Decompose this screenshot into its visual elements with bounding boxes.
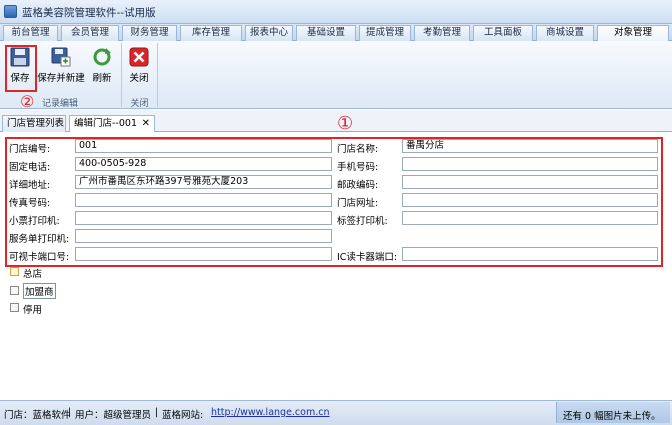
label-printer-field[interactable] <box>402 211 658 225</box>
tab-attendance[interactable]: 考勤管理 <box>414 25 470 41</box>
tab-commission[interactable]: 提成管理 <box>359 25 411 41</box>
headquarters-label: 总店 <box>23 269 43 280</box>
disabled-checkbox[interactable]: 停用 <box>10 302 70 316</box>
refresh-label: 刷新 <box>92 73 112 84</box>
document-tabs: 门店管理列表 编辑门店--001 ✕ ① <box>0 110 672 134</box>
label-landline: 固定电话: <box>9 162 51 173</box>
status-site-label: 蓝格网站: <box>162 410 204 421</box>
tab-edit-store-label: 编辑门店--001 <box>74 118 137 129</box>
label-store-name: 门店名称: <box>337 144 379 155</box>
card-port-field[interactable] <box>75 247 332 261</box>
tab-edit-store[interactable]: 编辑门店--001 ✕ <box>69 115 155 133</box>
ribbon-group-separator <box>157 43 158 107</box>
tab-members[interactable]: 会员管理 <box>61 25 119 41</box>
store-code-field[interactable]: 001 <box>75 139 332 153</box>
group-label-close: 关闭 <box>130 99 149 109</box>
title-bar: 蓝格美容院管理软件--试用版 <box>0 0 672 24</box>
tab-finance[interactable]: 财务管理 <box>122 25 177 41</box>
label-postcode: 邮政编码: <box>337 180 379 191</box>
franchise-label: 加盟商 <box>23 283 56 299</box>
headquarters-checkbox[interactable]: 总店 <box>10 266 70 280</box>
status-separator: | <box>155 407 159 418</box>
website-field[interactable] <box>402 193 658 207</box>
landline-field[interactable]: 400-0505-928 <box>75 157 332 171</box>
tab-store-list[interactable]: 门店管理列表 <box>2 115 66 132</box>
mobile-field[interactable] <box>402 157 658 171</box>
franchise-checkbox[interactable]: 加盟商 <box>10 283 70 299</box>
receipt-printer-field[interactable] <box>75 211 332 225</box>
checkbox-square <box>10 286 19 295</box>
status-store: 门店：蓝格软件 <box>4 410 71 421</box>
status-separator: | <box>68 407 72 418</box>
status-user: 用户：超级管理员 <box>75 410 152 421</box>
refresh-icon <box>93 48 111 66</box>
label-receipt-printer: 小票打印机: <box>9 216 60 227</box>
close-icon <box>129 47 149 67</box>
upload-status-panel: 还有 0 幅图片未上传。 <box>556 402 670 423</box>
ic-reader-port-field[interactable] <box>402 247 658 261</box>
save-new-icon <box>51 47 71 67</box>
close-label: 关闭 <box>129 73 149 84</box>
label-mobile: 手机号码: <box>337 162 379 173</box>
edit-store-form-area: 门店编号: 001 固定电话: 400-0505-928 详细地址: 广州市番禺… <box>0 132 672 400</box>
disabled-label: 停用 <box>23 305 43 316</box>
tab-inventory[interactable]: 库存管理 <box>180 25 242 41</box>
label-store-code: 门店编号: <box>9 144 51 155</box>
save-highlight-box <box>5 45 37 92</box>
tab-basic-settings[interactable]: 基础设置 <box>296 25 356 41</box>
refresh-button[interactable]: 刷新 <box>88 47 116 84</box>
ribbon-toolbar: 保存 保存并新建 刷新 关闭 记录编辑 关闭 ② <box>0 41 672 111</box>
tab-tools[interactable]: 工具面板 <box>473 25 533 41</box>
label-service-printer: 服务单打印机: <box>9 234 70 245</box>
app-icon <box>4 5 17 18</box>
label-website: 门店网址: <box>337 198 379 209</box>
tab-reports[interactable]: 报表中心 <box>245 25 293 41</box>
main-menu-tabs: 前台管理 会员管理 财务管理 库存管理 报表中心 基础设置 提成管理 考勤管理 … <box>0 24 672 41</box>
label-fax: 传真号码: <box>9 198 51 209</box>
status-bar: 门店：蓝格软件 | 用户：超级管理员 | 蓝格网站: http://www.la… <box>0 400 672 425</box>
address-field[interactable]: 广州市番禺区东环路397号雅苑大厦203 <box>75 175 332 189</box>
tab-object-management[interactable]: 对象管理 <box>597 25 669 41</box>
save-and-new-label: 保存并新建 <box>37 73 85 84</box>
group-label-record-edit: 记录编辑 <box>41 99 78 109</box>
close-tab-icon[interactable]: ✕ <box>142 116 150 131</box>
save-and-new-button[interactable]: 保存并新建 <box>36 47 86 84</box>
label-address: 详细地址: <box>9 180 51 191</box>
tab-front-desk[interactable]: 前台管理 <box>3 25 58 41</box>
annotation-marker-1: ① <box>337 113 354 134</box>
postcode-field[interactable] <box>402 175 658 189</box>
label-card-port: 可视卡端口号: <box>9 252 70 263</box>
website-link[interactable]: http://www.lange.com.cn <box>211 407 330 418</box>
upload-status-text: 还有 0 幅图片未上传。 <box>563 411 661 422</box>
store-name-field[interactable]: 番禺分店 <box>402 139 658 153</box>
service-printer-field[interactable] <box>75 229 332 243</box>
fax-field[interactable] <box>75 193 332 207</box>
label-ic-reader-port: IC读卡器端口: <box>337 252 398 263</box>
tab-mall-settings[interactable]: 商城设置 <box>536 25 594 41</box>
checkbox-square <box>10 267 19 276</box>
close-button[interactable]: 关闭 <box>125 47 153 84</box>
window-title: 蓝格美容院管理软件--试用版 <box>22 7 156 19</box>
annotation-marker-2: ② <box>20 92 35 111</box>
checkbox-square <box>10 303 19 312</box>
label-label-printer: 标签打印机: <box>337 216 388 227</box>
